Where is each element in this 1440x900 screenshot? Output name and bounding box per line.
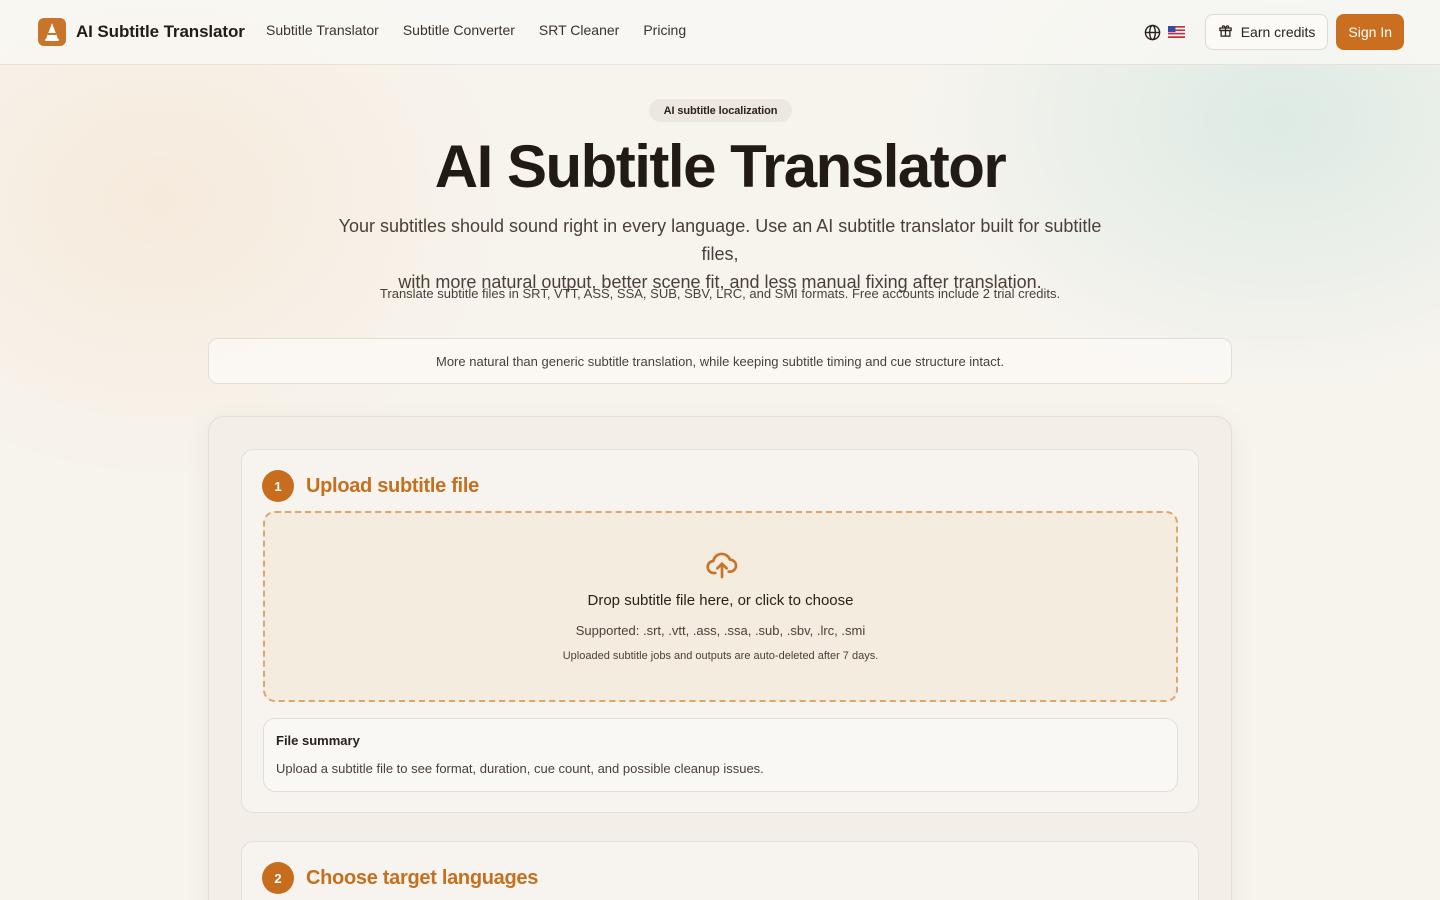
us-flag-icon[interactable] bbox=[1167, 26, 1185, 38]
brand-link[interactable]: AI Subtitle Translator bbox=[38, 18, 245, 46]
hero-badge: AI subtitle localization bbox=[649, 99, 792, 122]
upload-dropzone[interactable]: Drop subtitle file here, or click to cho… bbox=[263, 511, 1178, 702]
earn-credits-label: Earn credits bbox=[1240, 24, 1316, 40]
main-nav: Subtitle Translator Subtitle Converter S… bbox=[266, 22, 686, 38]
file-summary-title: File summary bbox=[276, 733, 360, 748]
page-title: AI Subtitle Translator bbox=[434, 133, 1007, 200]
hero-subtitle: Your subtitles should sound right in eve… bbox=[330, 212, 1110, 296]
formats-note: Translate subtitle files in SRT, VTT, AS… bbox=[379, 286, 1061, 301]
auto-delete-note: Uploaded subtitle jobs and outputs are a… bbox=[562, 650, 879, 662]
step-header: 1 Upload subtitle file bbox=[262, 470, 479, 502]
nav-subtitle-translator[interactable]: Subtitle Translator bbox=[266, 22, 379, 38]
sign-in-button[interactable]: Sign In bbox=[1336, 14, 1404, 50]
dropzone-title: Drop subtitle file here, or click to cho… bbox=[587, 592, 854, 609]
header-actions: Earn credits Sign In bbox=[1144, 14, 1404, 50]
step-number: 1 bbox=[262, 470, 294, 502]
cloud-upload-icon bbox=[706, 549, 738, 581]
file-summary-text: Upload a subtitle file to see format, du… bbox=[276, 761, 764, 776]
nav-subtitle-converter[interactable]: Subtitle Converter bbox=[403, 22, 515, 38]
brand-name: AI Subtitle Translator bbox=[76, 22, 245, 41]
gift-icon bbox=[1218, 23, 1233, 41]
hero-subtitle-line1: Your subtitles should sound right in eve… bbox=[338, 216, 1102, 264]
step-title: Upload subtitle file bbox=[306, 474, 479, 497]
step-number: 2 bbox=[262, 862, 294, 894]
earn-credits-button[interactable]: Earn credits bbox=[1204, 14, 1329, 50]
file-summary: File summary Upload a subtitle file to s… bbox=[263, 718, 1178, 792]
top-header: AI Subtitle Translator Subtitle Translat… bbox=[0, 0, 1440, 65]
app-logo-icon bbox=[38, 18, 66, 46]
step-header: 2 Choose target languages bbox=[262, 862, 538, 894]
nav-pricing[interactable]: Pricing bbox=[643, 22, 686, 38]
step-upload-card: 1 Upload subtitle file Drop subtitle fil… bbox=[241, 449, 1199, 813]
step-languages-card: 2 Choose target languages bbox=[241, 841, 1199, 900]
globe-icon[interactable] bbox=[1144, 23, 1162, 41]
supported-formats: Supported: .srt, .vtt, .ass, .ssa, .sub,… bbox=[575, 623, 866, 638]
step-title: Choose target languages bbox=[306, 866, 539, 889]
nav-srt-cleaner[interactable]: SRT Cleaner bbox=[539, 22, 619, 38]
notice-banner: More natural than generic subtitle trans… bbox=[208, 338, 1232, 384]
